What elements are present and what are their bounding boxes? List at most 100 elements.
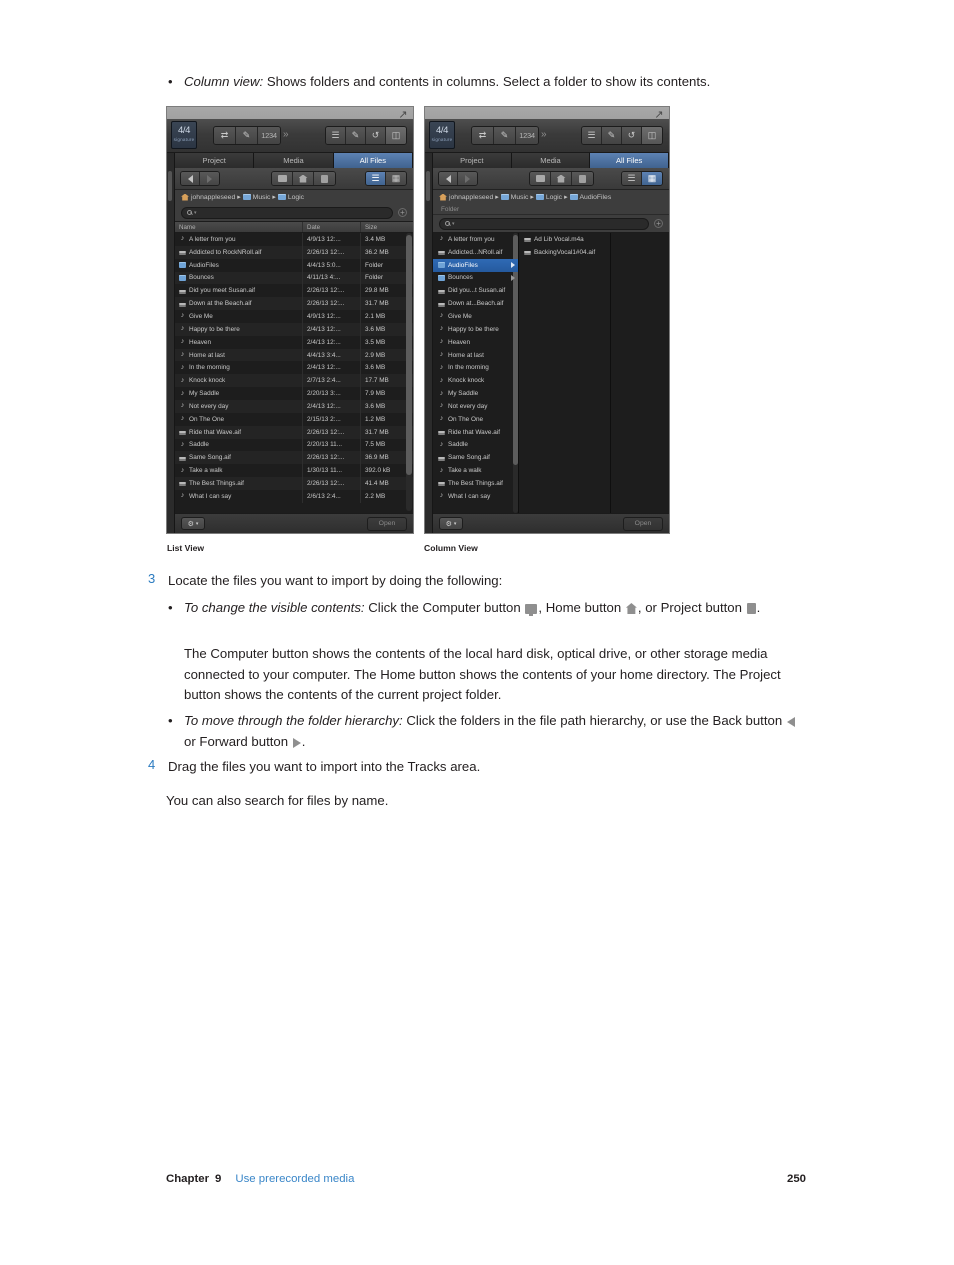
table-row[interactable]: Ride that Wave.aif 2/26/13 12:... 31.7 MB [175, 425, 413, 439]
list-item[interactable]: Bounces [433, 272, 518, 285]
rail-nub[interactable] [426, 171, 430, 201]
breadcrumb-item-music[interactable]: Music [500, 194, 528, 201]
table-row[interactable]: The Best Things.aif 2/26/13 12:... 41.4 MB [175, 477, 413, 490]
list-item[interactable]: ♪ What I can say [433, 490, 518, 503]
column-header-size[interactable]: Size [361, 222, 413, 232]
browser-icon[interactable]: ◫ [386, 127, 406, 144]
table-row[interactable]: ♪ Knock knock 2/7/13 2:4... 17.7 MB [175, 374, 413, 388]
list-item[interactable]: The Best Things.aif [433, 477, 518, 490]
1234-icon[interactable]: 1234 [516, 127, 538, 144]
table-row[interactable]: ♪ Home at last 4/4/13 3:4... 2.9 MB [175, 348, 413, 362]
loop-icon[interactable]: ↺ [366, 127, 386, 144]
table-row[interactable]: ♪ My Saddle 2/20/13 3:... 7.9 MB [175, 387, 413, 400]
tab-project[interactable]: Project [175, 153, 255, 168]
table-row[interactable]: ♪ Take a walk 1/30/13 11... 392.0 kB [175, 464, 413, 478]
table-row[interactable]: ♪ In the morning 2/4/13 12:... 3.6 MB [175, 361, 413, 375]
list-item[interactable]: ♪ Saddle [433, 439, 518, 452]
table-row[interactable]: ♪ Happy to be there 2/4/13 12:... 3.6 MB [175, 322, 413, 336]
home-icon[interactable] [551, 172, 572, 185]
list-item[interactable]: ♪ Take a walk [433, 464, 518, 477]
table-row[interactable]: ♪ Give Me 4/9/13 12:... 2.1 MB [175, 310, 413, 323]
list-item[interactable]: ♪ Give Me [433, 310, 518, 323]
pencil-icon[interactable]: ✎ [236, 127, 258, 144]
open-button[interactable]: Open [367, 516, 407, 531]
list-item[interactable]: Same Song.aif [433, 451, 518, 464]
table-row[interactable]: Addicted to RockNRoll.aif 2/26/13 12:... 3… [175, 245, 413, 259]
list-scrollbar[interactable] [406, 233, 412, 511]
list-icon[interactable]: ☰ [326, 127, 346, 144]
list-icon[interactable]: ☰ [582, 127, 602, 144]
computer-icon[interactable] [530, 172, 551, 185]
notepad-icon[interactable]: ✎ [346, 127, 366, 144]
list-item[interactable]: ♪ On The One [433, 413, 518, 426]
action-gear-button[interactable]: ⚙ ▾ [439, 517, 463, 530]
overflow-chevron-icon[interactable]: » [283, 129, 289, 140]
1234-icon[interactable]: 1234 [258, 127, 280, 144]
column-header-name[interactable]: Name [175, 222, 303, 232]
tab-media[interactable]: Media [511, 153, 591, 168]
list-item[interactable]: ♪ Not every day [433, 400, 518, 413]
table-row[interactable]: ♪ Saddle 2/20/13 11... 7.5 MB [175, 438, 413, 452]
list-item[interactable]: ♪ My Saddle [433, 387, 518, 400]
home-icon[interactable] [293, 172, 314, 185]
tab-project[interactable]: Project [433, 153, 512, 168]
cycle-icon[interactable]: ⇄ [472, 127, 494, 144]
pencil-icon[interactable]: ✎ [494, 127, 516, 144]
table-row[interactable]: AudioFiles 4/4/13 5:0... Folder [175, 258, 413, 272]
breadcrumb-item-logic[interactable]: Logic [277, 194, 304, 201]
scrollbar-thumb[interactable] [406, 235, 412, 475]
breadcrumb-item-audiofiles[interactable]: AudioFiles [569, 194, 611, 201]
list-view-toggle[interactable]: ☰ [366, 172, 386, 185]
tab-media[interactable]: Media [254, 153, 334, 168]
list-item[interactable]: ♪ Happy to be there [433, 323, 518, 336]
table-row[interactable]: ♪ Not every day 2/4/13 12:... 3.6 MB [175, 399, 413, 413]
back-button[interactable] [439, 172, 458, 185]
table-row[interactable]: ♪ On The One 2/15/13 2:... 1.2 MB [175, 412, 413, 426]
list-item[interactable]: ♪ A letter from you [433, 233, 518, 246]
add-button[interactable]: + [654, 219, 663, 228]
table-row[interactable]: ♪ Heaven 2/4/13 12:... 3.5 MB [175, 335, 413, 349]
notepad-icon[interactable]: ✎ [602, 127, 622, 144]
breadcrumb-item-johnappleseed[interactable]: johnappleseed [181, 193, 235, 201]
time-signature-display[interactable]: 4/4 signature [429, 121, 455, 149]
column-view-toggle[interactable]: ▦ [386, 172, 406, 185]
cycle-icon[interactable]: ⇄ [214, 127, 236, 144]
list-item[interactable]: ♪ Heaven [433, 336, 518, 349]
loop-icon[interactable]: ↺ [622, 127, 642, 144]
list-view-toggle[interactable]: ☰ [622, 172, 642, 185]
action-gear-button[interactable]: ⚙ ▾ [181, 517, 205, 530]
list-item[interactable]: Ad Lib Vocal.m4a [519, 233, 610, 246]
footer-chapter-title[interactable]: Use prerecorded media [235, 1173, 354, 1185]
list-item[interactable]: Did you...t Susan.aif [433, 284, 518, 297]
table-row[interactable]: ♪ A letter from you 4/9/13 12:... 3.4 MB [175, 233, 413, 246]
breadcrumb-item-music[interactable]: Music [242, 194, 270, 201]
table-row[interactable]: Bounces 4/11/13 4:... Folder [175, 271, 413, 285]
table-row[interactable]: Did you meet Susan.aif 2/26/13 12:... 29.8… [175, 284, 413, 298]
time-signature-display[interactable]: 4/4 signature [171, 121, 197, 149]
search-input[interactable]: ▾ [181, 206, 393, 219]
list-item[interactable]: ♪ Home at last [433, 349, 518, 362]
list-item[interactable]: Down at...Beach.aif [433, 297, 518, 310]
column-header-date[interactable]: Date [303, 222, 361, 232]
table-row[interactable]: ♪ What I can say 2/6/13 2:4... 2.2 MB [175, 489, 413, 503]
tab-all-files[interactable]: All Files [590, 153, 669, 168]
project-icon[interactable] [314, 172, 335, 185]
add-button[interactable]: + [398, 208, 407, 217]
list-item[interactable]: BackingVocal1#04.aif [519, 246, 610, 259]
list-item[interactable]: Ride that Wave.aif [433, 426, 518, 439]
breadcrumb-item-johnappleseed[interactable]: johnappleseed [439, 193, 493, 201]
computer-icon[interactable] [272, 172, 293, 185]
back-button[interactable] [181, 172, 200, 185]
overflow-chevron-icon[interactable]: » [541, 129, 547, 140]
search-input[interactable]: ▾ [439, 217, 649, 230]
table-row[interactable]: Down at the Beach.aif 2/26/13 12:... 31.7 … [175, 297, 413, 311]
breadcrumb-item-logic[interactable]: Logic [535, 194, 562, 201]
browser-icon[interactable]: ◫ [642, 127, 662, 144]
rail-nub[interactable] [168, 171, 172, 201]
forward-button[interactable] [458, 172, 477, 185]
open-button[interactable]: Open [623, 516, 663, 531]
list-item[interactable]: ♪ In the morning [433, 361, 518, 374]
table-row[interactable]: Same Song.aif 2/26/13 12:... 36.9 MB [175, 451, 413, 465]
project-icon[interactable] [572, 172, 593, 185]
list-item[interactable]: Addicted...NRoll.aif [433, 246, 518, 259]
